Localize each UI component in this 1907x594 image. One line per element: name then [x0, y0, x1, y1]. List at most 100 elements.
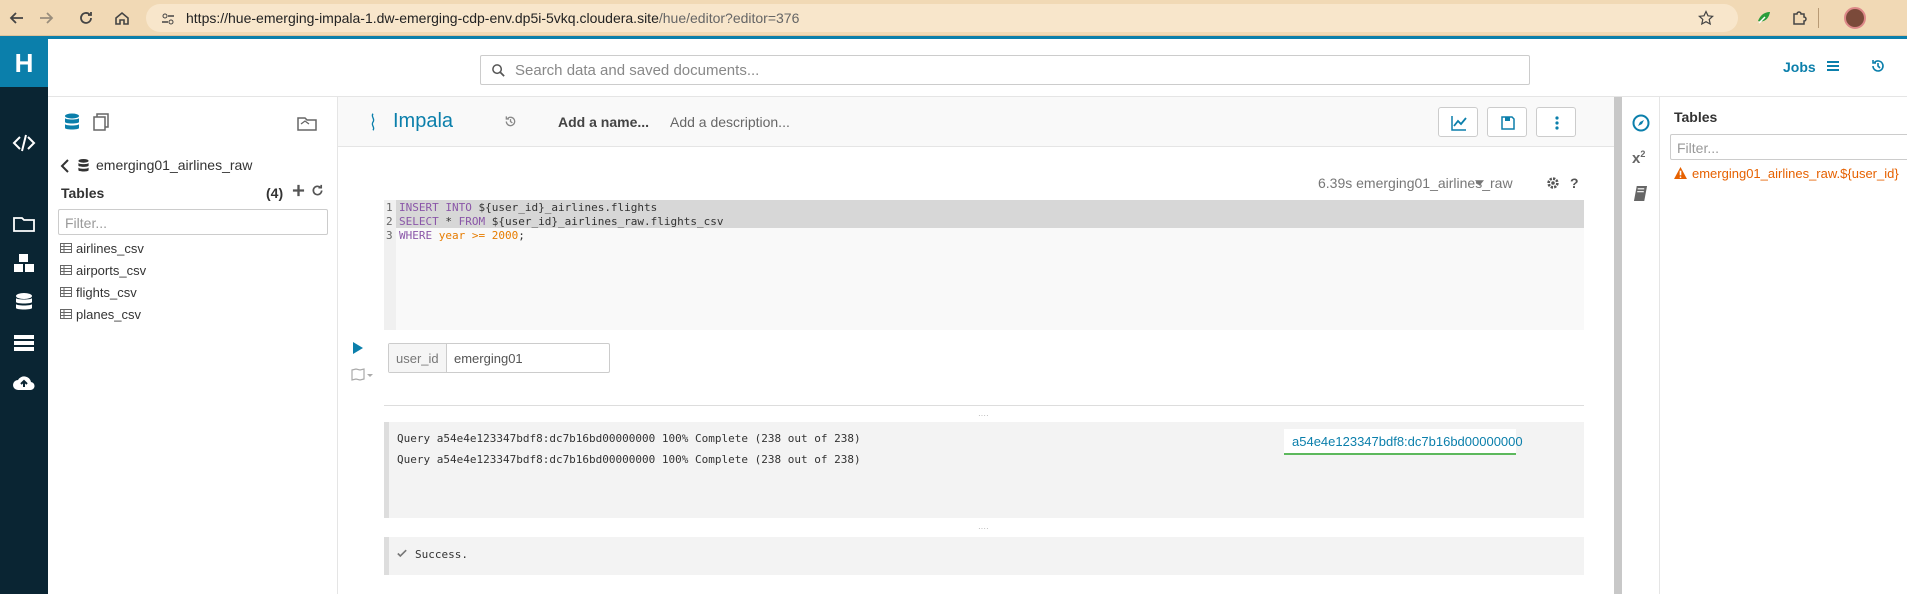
- top-header: Search data and saved documents... Jobs: [48, 39, 1907, 97]
- map-icon[interactable]: [351, 368, 375, 382]
- code-editor-icon[interactable]: [12, 131, 36, 155]
- functions-icon[interactable]: x2: [1632, 149, 1645, 167]
- query-name-input[interactable]: Add a name...: [558, 114, 649, 130]
- database-small-icon: [77, 158, 90, 173]
- extension-icon[interactable]: [1755, 9, 1773, 27]
- history-icon[interactable]: [1870, 58, 1886, 74]
- toolbar-divider: [1818, 8, 1819, 28]
- compass-icon[interactable]: [1632, 114, 1650, 132]
- drag-handle-icon[interactable]: ····: [978, 525, 989, 533]
- identifier: ;: [518, 229, 525, 242]
- drag-handle-icon[interactable]: ····: [978, 412, 989, 420]
- identifier: ${user_id}_airlines_raw.flights_csv: [491, 215, 724, 228]
- editor-scrollbar[interactable]: [1614, 97, 1622, 594]
- table-item[interactable]: airports_csv: [60, 263, 146, 278]
- table-name: airlines_csv: [76, 241, 144, 256]
- address-bar[interactable]: https://hue-emerging-impala-1.dw-emergin…: [146, 4, 1738, 32]
- success-message: Success.: [384, 537, 1584, 575]
- database-name[interactable]: emerging01_airlines_raw: [96, 157, 252, 173]
- editor-toolbar: Impala Add a name... Add a description..…: [338, 97, 1622, 147]
- documents-icon[interactable]: [92, 112, 112, 132]
- database-icon[interactable]: [12, 291, 36, 315]
- save-icon: [1501, 116, 1515, 130]
- identifier: *: [445, 215, 459, 228]
- table-filter-input[interactable]: Filter...: [58, 209, 328, 235]
- caret-down-icon[interactable]: [1475, 180, 1484, 186]
- param-label: user_id: [396, 351, 439, 366]
- table-name: airports_csv: [76, 263, 147, 278]
- query-log: Query a54e4e123347bdf8:dc7b16bd00000000 …: [384, 422, 1584, 518]
- forward-icon[interactable]: [37, 9, 55, 27]
- engine-title[interactable]: Impala: [393, 110, 453, 133]
- filter-placeholder: Filter...: [65, 215, 108, 231]
- scroll-thumb[interactable]: [1614, 97, 1622, 594]
- code-text: SELECT * FROM ${user_id}_airlines_raw.fl…: [399, 215, 724, 229]
- more-options-button[interactable]: [1536, 107, 1576, 137]
- keyword: FROM: [458, 215, 492, 228]
- database-assist-icon[interactable]: [62, 112, 82, 132]
- parameter-group: user_id emerging01: [388, 343, 610, 373]
- right-filter-placeholder: Filter...: [1677, 140, 1720, 156]
- keyword: WHERE: [399, 229, 439, 242]
- line-chart-icon: [1451, 116, 1467, 131]
- browser-toolbar: https://hue-emerging-impala-1.dw-emergin…: [0, 0, 1907, 36]
- right-filter-input[interactable]: Filter...: [1670, 134, 1907, 160]
- add-icon[interactable]: [292, 184, 305, 197]
- table-name: flights_csv: [76, 285, 137, 300]
- table-item[interactable]: planes_csv: [60, 307, 141, 322]
- divider: [384, 405, 1584, 406]
- right-assist-tabs: x2: [1622, 97, 1660, 594]
- tables-count: (4): [266, 185, 284, 201]
- table-icon: [60, 243, 72, 253]
- help-icon[interactable]: ?: [1570, 175, 1579, 191]
- jobs-link[interactable]: Jobs: [1783, 59, 1816, 75]
- book-icon[interactable]: [1633, 185, 1648, 202]
- impala-icon: [368, 111, 378, 133]
- refresh-icon[interactable]: [311, 184, 324, 197]
- code-line: 1: [386, 201, 393, 215]
- line-number: 3: [386, 229, 393, 242]
- code-editor[interactable]: 1 2 3 INSERT INTO ${user_id}_airlines.fl…: [384, 200, 1584, 330]
- table-item[interactable]: flights_csv: [60, 285, 137, 300]
- server-icon[interactable]: [12, 331, 36, 355]
- cubes-icon[interactable]: [12, 251, 36, 275]
- back-chevron-icon[interactable]: [60, 159, 70, 173]
- editor-panel: Impala Add a name... Add a description..…: [338, 97, 1622, 594]
- bookmark-star-icon[interactable]: [1698, 10, 1714, 26]
- settings-gear-icon[interactable]: [1546, 176, 1560, 190]
- play-icon[interactable]: [353, 342, 363, 354]
- reload-icon[interactable]: [77, 9, 95, 27]
- warning-icon: [1674, 167, 1687, 179]
- right-assist-panel: Tables Filter... emerging01_airlines_raw…: [1660, 97, 1907, 594]
- folder-icon[interactable]: [12, 211, 36, 235]
- log-line: Query a54e4e123347bdf8:dc7b16bd00000000 …: [397, 453, 861, 466]
- home-icon[interactable]: [113, 9, 131, 27]
- table-icon: [60, 309, 72, 319]
- back-icon[interactable]: [8, 9, 26, 27]
- chart-button[interactable]: [1438, 107, 1478, 137]
- hue-logo[interactable]: H: [0, 39, 48, 87]
- profile-avatar[interactable]: [1844, 7, 1866, 29]
- search-input[interactable]: Search data and saved documents...: [480, 55, 1530, 85]
- table-icon: [60, 265, 72, 275]
- param-input[interactable]: emerging01: [454, 351, 523, 366]
- tables-heading: Tables: [61, 185, 105, 201]
- table-item[interactable]: airlines_csv: [60, 241, 144, 256]
- query-description-input[interactable]: Add a description...: [670, 114, 790, 130]
- url-text: https://hue-emerging-impala-1.dw-emergin…: [186, 10, 800, 26]
- puzzle-icon[interactable]: [1790, 9, 1808, 27]
- site-info-icon[interactable]: [160, 11, 176, 27]
- query-id-link[interactable]: a54e4e123347bdf8:dc7b16bd00000000: [1292, 434, 1523, 449]
- jobs-list-icon[interactable]: [1825, 59, 1841, 75]
- open-folder-icon[interactable]: [296, 112, 318, 132]
- left-navigation: H: [0, 39, 48, 594]
- code-line: 3: [386, 229, 393, 243]
- cloud-upload-icon[interactable]: [12, 371, 36, 395]
- code-text: INSERT INTO ${user_id}_airlines.flights: [399, 201, 657, 215]
- save-button[interactable]: [1487, 107, 1527, 137]
- warning-table-item[interactable]: emerging01_airlines_raw.${user_id}: [1692, 166, 1899, 181]
- query-id-link-box[interactable]: a54e4e123347bdf8:dc7b16bd00000000: [1284, 429, 1523, 455]
- history-small-icon[interactable]: [504, 115, 517, 128]
- search-placeholder: Search data and saved documents...: [515, 62, 760, 79]
- expression: year >= 2000: [438, 229, 519, 242]
